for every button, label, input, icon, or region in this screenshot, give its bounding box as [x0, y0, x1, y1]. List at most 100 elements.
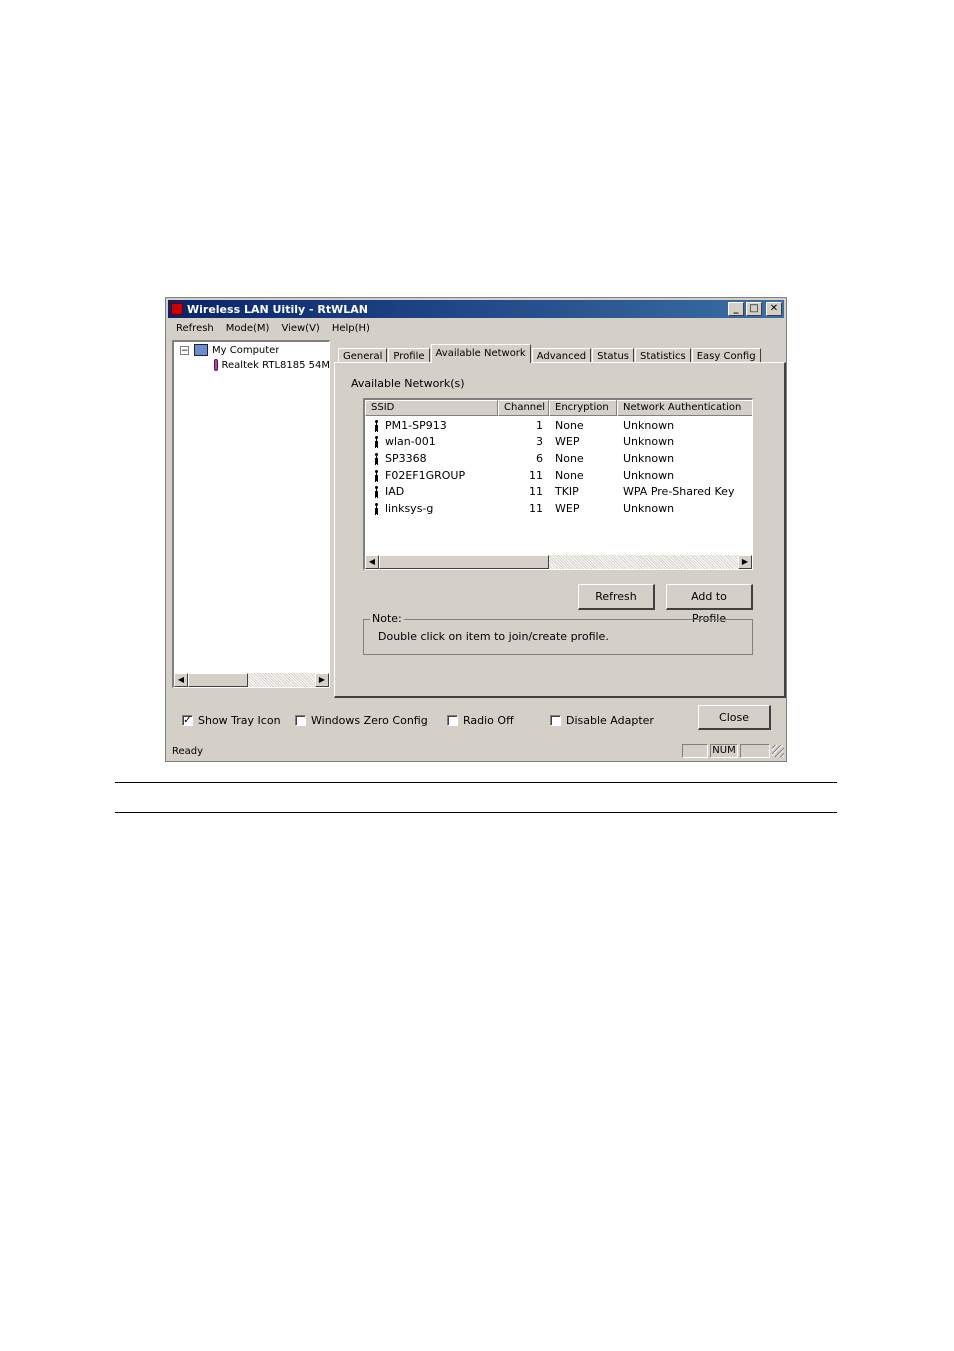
- section-label: Available Network(s): [351, 377, 465, 390]
- tree-item-adapter[interactable]: Realtek RTL8185 54M: [214, 359, 330, 371]
- refresh-button[interactable]: Refresh: [578, 584, 655, 610]
- scroll-right-icon[interactable]: ▶: [738, 555, 752, 569]
- list-horizontal-scrollbar[interactable]: ◀ ▶: [365, 555, 752, 569]
- menu-view[interactable]: View(V): [275, 323, 325, 334]
- close-button[interactable]: Close: [698, 705, 771, 730]
- ssid: IAD: [385, 485, 405, 499]
- menu-help[interactable]: Help(H): [326, 323, 376, 334]
- channel: 3: [536, 435, 543, 449]
- column-channel[interactable]: Channel: [498, 400, 549, 416]
- close-window-button[interactable]: ✕: [766, 302, 782, 316]
- network-row[interactable]: F02EF1GROUP 11 None Unknown: [365, 467, 752, 484]
- tree-item-label: Realtek RTL8185 54M: [221, 359, 330, 371]
- scroll-right-icon[interactable]: ▶: [315, 673, 329, 687]
- disable-adapter-option[interactable]: Disable Adapter: [550, 714, 654, 727]
- menu-refresh[interactable]: Refresh: [170, 323, 220, 334]
- authentication: Unknown: [623, 501, 675, 515]
- antenna-icon: [373, 469, 380, 481]
- window-title: Wireless LAN Uitily - RtWLAN: [187, 302, 368, 316]
- note-text: Double click on item to join/create prof…: [378, 630, 609, 643]
- column-network-authentication[interactable]: Network Authentication: [617, 400, 752, 416]
- minimize-button[interactable]: _: [728, 302, 744, 316]
- ssid: SP3368: [385, 451, 427, 465]
- title-bar[interactable]: Wireless LAN Uitily - RtWLAN _ □ ✕: [168, 300, 784, 318]
- column-ssid[interactable]: SSID: [365, 400, 498, 416]
- maximize-button[interactable]: □: [746, 302, 762, 316]
- authentication: WPA Pre-Shared Key: [623, 485, 735, 499]
- option-label: Show Tray Icon: [198, 714, 281, 727]
- antenna-icon: [373, 486, 380, 498]
- tree-item-label: My Computer: [212, 344, 280, 356]
- scroll-left-icon[interactable]: ◀: [365, 555, 379, 569]
- windows-zero-config-option[interactable]: Windows Zero Config: [295, 714, 428, 727]
- num-lock-indicator: NUM: [710, 744, 738, 758]
- scroll-thumb[interactable]: [188, 673, 248, 687]
- ssid: wlan-001: [385, 435, 436, 449]
- windows-zero-config-checkbox[interactable]: [295, 715, 306, 726]
- show-tray-icon-option[interactable]: ✓ Show Tray Icon: [182, 714, 281, 727]
- collapse-icon[interactable]: −: [180, 345, 189, 355]
- network-row[interactable]: PM1-SP913 1 None Unknown: [365, 417, 752, 434]
- network-row[interactable]: linksys-g 11 WEP Unknown: [365, 500, 752, 517]
- available-networks-list[interactable]: SSID Channel Encryption Network Authenti…: [363, 398, 753, 570]
- channel: 11: [529, 468, 543, 482]
- authentication: Unknown: [623, 451, 675, 465]
- encryption: WEP: [555, 435, 580, 449]
- device-tree[interactable]: − My Computer Realtek RTL8185 54M ◀ ▶: [172, 340, 330, 688]
- menu-mode[interactable]: Mode(M): [220, 323, 276, 334]
- option-label: Disable Adapter: [566, 714, 654, 727]
- encryption: TKIP: [555, 485, 579, 499]
- encryption: WEP: [555, 501, 580, 515]
- radio-off-checkbox[interactable]: [447, 715, 458, 726]
- tab-profile[interactable]: Profile: [388, 348, 430, 363]
- divider-line: [115, 812, 837, 813]
- tab-general[interactable]: General: [338, 348, 388, 363]
- radio-off-option[interactable]: Radio Off: [447, 714, 514, 727]
- network-adapter-icon: [214, 359, 218, 371]
- scroll-thumb[interactable]: [379, 555, 549, 569]
- status-bar: Ready NUM: [168, 743, 784, 759]
- tree-item-my-computer[interactable]: − My Computer: [180, 344, 279, 356]
- antenna-icon: [373, 452, 380, 464]
- scroll-left-icon[interactable]: ◀: [174, 673, 188, 687]
- encryption: None: [555, 468, 584, 482]
- option-label: Radio Off: [463, 714, 514, 727]
- note-group: Note: Double click on item to join/creat…: [363, 612, 753, 655]
- ssid: F02EF1GROUP: [385, 468, 466, 482]
- ssid: PM1-SP913: [385, 418, 447, 432]
- computer-icon: [194, 344, 208, 356]
- encryption: None: [555, 418, 584, 432]
- channel: 1: [536, 418, 543, 432]
- authentication: Unknown: [623, 468, 675, 482]
- tab-status[interactable]: Status: [592, 348, 634, 363]
- status-pane: [682, 744, 708, 758]
- authentication: Unknown: [623, 418, 675, 432]
- show-tray-icon-checkbox[interactable]: ✓: [182, 715, 193, 726]
- available-network-panel: Available Network(s) SSID Channel Encryp…: [334, 362, 786, 698]
- channel: 11: [529, 501, 543, 515]
- option-label: Windows Zero Config: [311, 714, 428, 727]
- tab-statistics[interactable]: Statistics: [635, 348, 691, 363]
- status-text: Ready: [172, 745, 204, 757]
- network-row[interactable]: SP3368 6 None Unknown: [365, 450, 752, 467]
- encryption: None: [555, 451, 584, 465]
- add-to-profile-button[interactable]: Add to Profile: [666, 584, 753, 625]
- status-pane: [740, 744, 770, 758]
- tab-easy-config[interactable]: Easy Config: [691, 348, 761, 363]
- antenna-icon: [373, 419, 380, 431]
- tab-available-network[interactable]: Available Network: [430, 344, 531, 363]
- column-encryption[interactable]: Encryption: [549, 400, 617, 416]
- antenna-icon: [373, 436, 380, 448]
- network-row[interactable]: IAD 11 TKIP WPA Pre-Shared Key: [365, 483, 752, 500]
- network-row[interactable]: wlan-001 3 WEP Unknown: [365, 434, 752, 451]
- channel: 6: [536, 451, 543, 465]
- resize-grip-icon[interactable]: [772, 745, 784, 757]
- app-icon: [171, 303, 183, 315]
- tab-advanced[interactable]: Advanced: [531, 348, 592, 363]
- wireless-lan-utility-window: Wireless LAN Uitily - RtWLAN _ □ ✕ Refre…: [165, 297, 787, 762]
- disable-adapter-checkbox[interactable]: [550, 715, 561, 726]
- antenna-icon: [373, 502, 380, 514]
- menu-bar: Refresh Mode(M) View(V) Help(H): [170, 320, 782, 336]
- tree-horizontal-scrollbar[interactable]: ◀ ▶: [174, 673, 329, 687]
- channel: 11: [529, 485, 543, 499]
